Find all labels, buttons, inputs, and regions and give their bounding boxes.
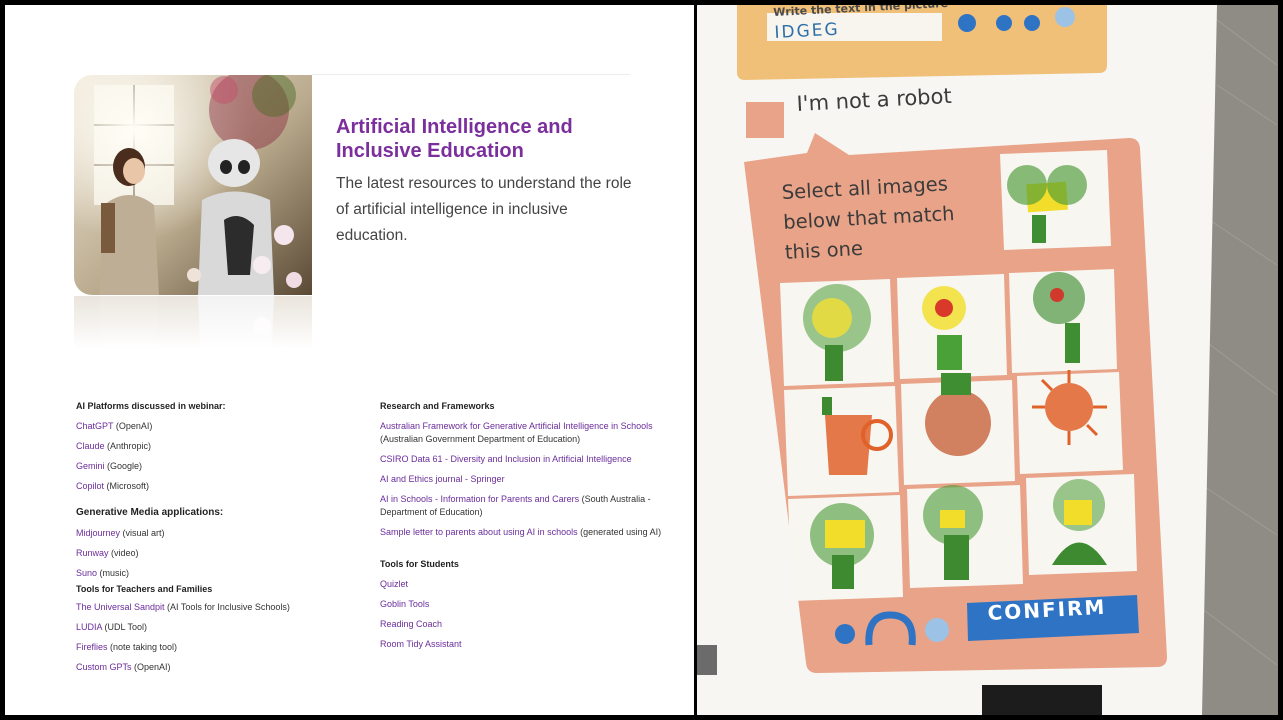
section-heading-media: Generative Media applications: [76, 507, 224, 518]
hero-divider [312, 74, 630, 75]
resource-column-left: AI Platforms discussed in webinar: ChatG… [76, 401, 326, 681]
captcha-code: IDGEG [774, 19, 841, 43]
list-item: Suno (music) [76, 567, 326, 580]
link-note: (AI Tools for Inclusive Schools) [164, 602, 290, 612]
list-item: Claude (Anthropic) [76, 440, 326, 453]
section-heading-research: Research and Frameworks [380, 401, 495, 411]
reflection-fade [74, 296, 312, 358]
list-item: LUDIA (UDL Tool) [76, 621, 326, 634]
link-note: (Australian Government Department of Edu… [380, 434, 581, 444]
link-suno[interactable]: Suno [76, 568, 97, 578]
link-claude[interactable]: Claude [76, 441, 105, 451]
link-note: (Microsoft) [104, 481, 150, 491]
list-item: Quizlet [380, 578, 670, 591]
link-runway[interactable]: Runway [76, 548, 109, 558]
link-note: (Google) [104, 461, 143, 471]
list-item: ChatGPT (OpenAI) [76, 420, 326, 433]
list-item: Midjourney (visual art) [76, 527, 326, 540]
link-quizlet[interactable]: Quizlet [380, 579, 408, 589]
section-heading-platforms: AI Platforms discussed in webinar: [76, 401, 226, 411]
hero-image [74, 75, 312, 295]
link-custom-gpts[interactable]: Custom GPTs [76, 662, 132, 672]
webpage-panel: Artificial Intelligence and Inclusive Ed… [5, 5, 694, 715]
link-australian-framework[interactable]: Australian Framework for Generative Arti… [380, 421, 653, 431]
list-item: Runway (video) [76, 547, 326, 560]
link-chatgpt[interactable]: ChatGPT [76, 421, 113, 431]
captcha-drawing-photo: Write the text in the picture IDGEG I'm … [697, 5, 1278, 715]
link-gemini[interactable]: Gemini [76, 461, 105, 471]
list-item: The Universal Sandpit (AI Tools for Incl… [76, 601, 326, 614]
link-ludia[interactable]: LUDIA [76, 622, 102, 632]
list-item: Room Tidy Assistant [380, 638, 670, 651]
link-reading-coach[interactable]: Reading Coach [380, 619, 442, 629]
link-universal-sandpit[interactable]: The Universal Sandpit [76, 602, 165, 612]
link-fireflies[interactable]: Fireflies [76, 642, 108, 652]
resource-column-right: Research and Frameworks Australian Frame… [380, 401, 670, 658]
link-note: (music) [97, 568, 130, 578]
list-item: Fireflies (note taking tool) [76, 641, 326, 654]
list-item: AI in Schools - Information for Parents … [380, 493, 670, 519]
link-note: (UDL Tool) [102, 622, 148, 632]
section-heading-students: Tools for Students [380, 559, 459, 569]
link-csiro-data61[interactable]: CSIRO Data 61 - Diversity and Inclusion … [380, 454, 632, 464]
list-item: Reading Coach [380, 618, 670, 631]
list-item: Goblin Tools [380, 598, 670, 611]
list-item: Gemini (Google) [76, 460, 326, 473]
link-ai-in-schools[interactable]: AI in Schools - Information for Parents … [380, 494, 579, 504]
list-item: Australian Framework for Generative Arti… [380, 420, 670, 446]
page-description: The latest resources to understand the r… [336, 175, 632, 244]
page-title: Artificial Intelligence and Inclusive Ed… [336, 116, 573, 162]
link-note: (OpenAI) [113, 421, 153, 431]
list-item: Custom GPTs (OpenAI) [76, 661, 326, 674]
link-goblin-tools[interactable]: Goblin Tools [380, 599, 429, 609]
link-sample-letter[interactable]: Sample letter to parents about using AI … [380, 527, 578, 537]
link-note: (video) [108, 548, 139, 558]
link-note: (generated using AI) [577, 527, 662, 537]
list-item: Sample letter to parents about using AI … [380, 526, 670, 539]
list-item: CSIRO Data 61 - Diversity and Inclusion … [380, 453, 670, 466]
link-midjourney[interactable]: Midjourney [76, 528, 120, 538]
link-note: (note taking tool) [107, 642, 178, 652]
link-note: (Anthropic) [104, 441, 152, 451]
section-heading-teachers: Tools for Teachers and Families [76, 584, 213, 594]
link-note: (OpenAI) [131, 662, 171, 672]
link-ai-ethics-journal[interactable]: AI and Ethics journal - Springer [380, 474, 505, 484]
list-item: AI and Ethics journal - Springer [380, 473, 670, 486]
link-room-tidy[interactable]: Room Tidy Assistant [380, 639, 462, 649]
select-instruction: Select all images below that match this … [781, 172, 956, 264]
list-item: Copilot (Microsoft) [76, 480, 326, 493]
link-note: (visual art) [120, 528, 165, 538]
link-copilot[interactable]: Copilot [76, 481, 104, 491]
